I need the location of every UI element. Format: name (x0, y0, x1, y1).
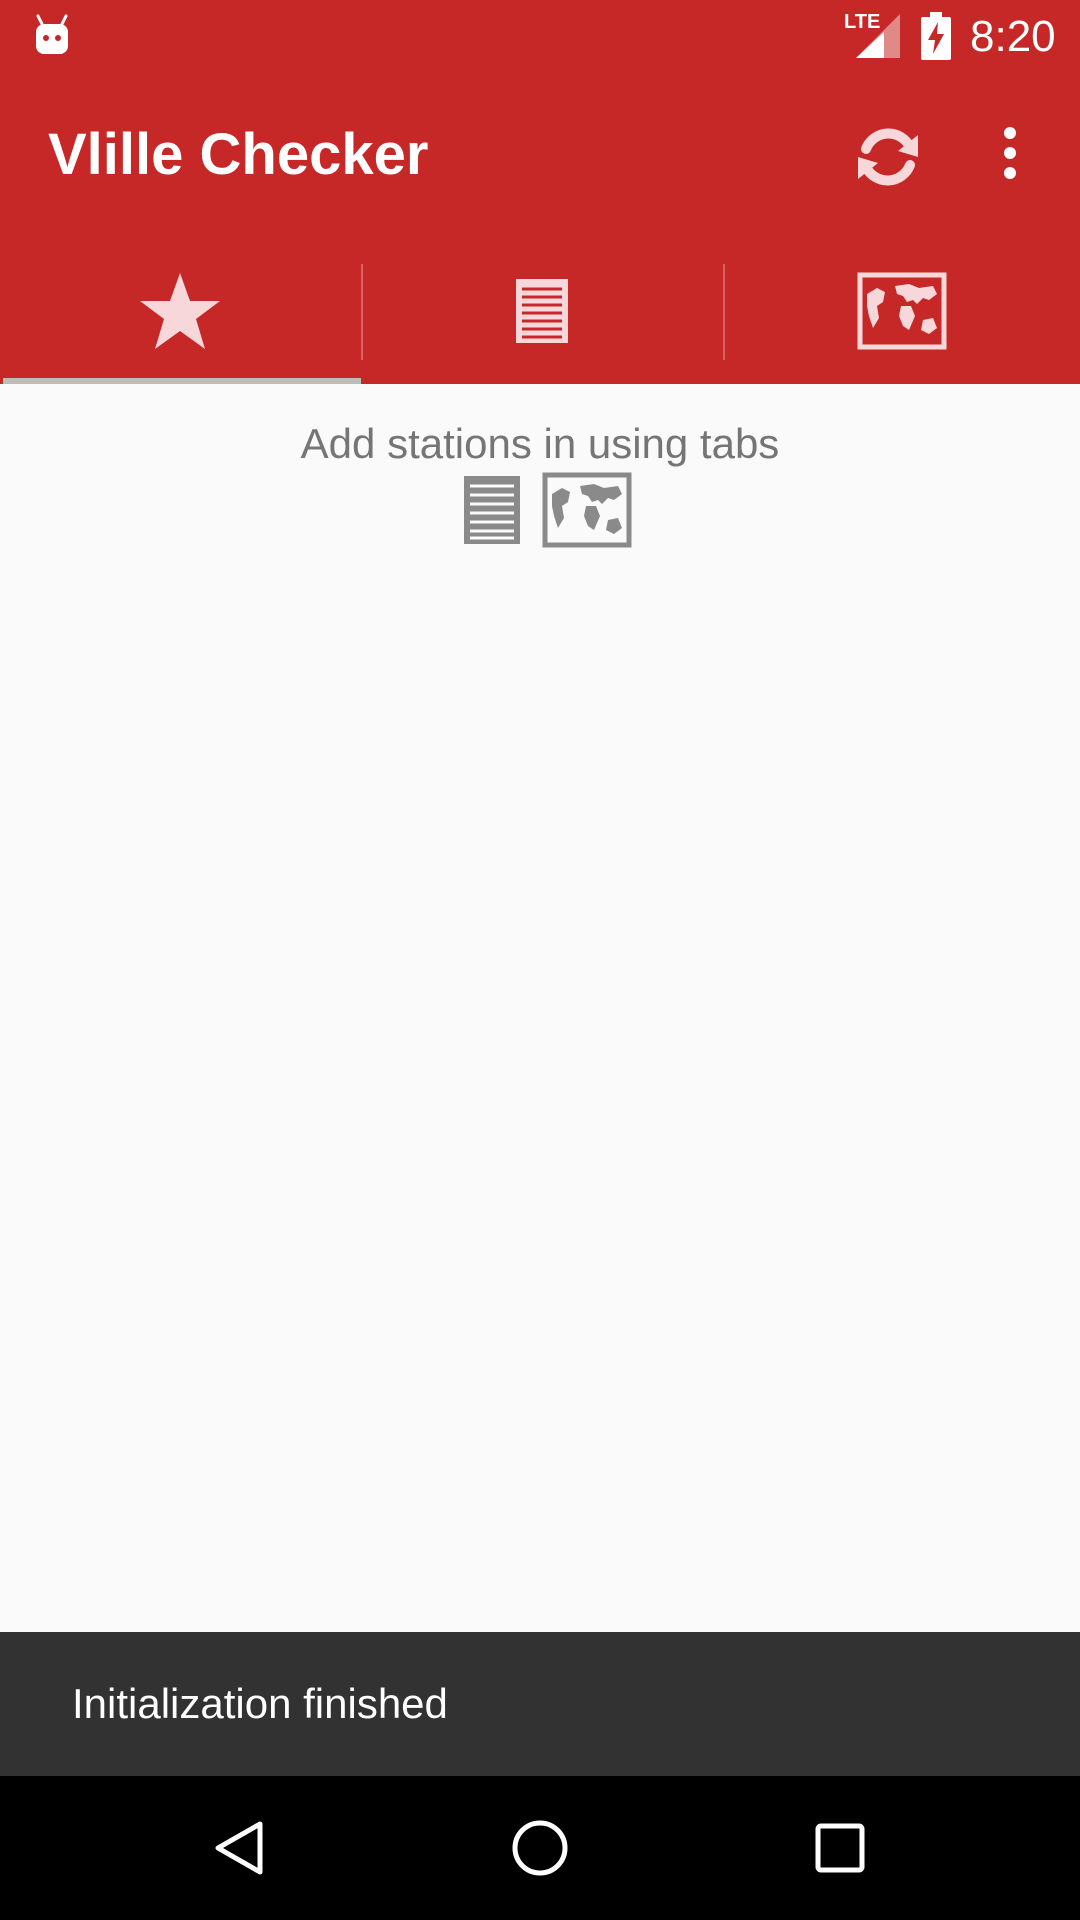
nav-recents-button[interactable] (790, 1798, 890, 1898)
tab-map[interactable] (724, 238, 1080, 384)
nav-back-button[interactable] (190, 1798, 290, 1898)
list-icon (516, 279, 568, 343)
tab-bar (0, 238, 1080, 384)
network-type-label: LTE (844, 11, 881, 33)
map-icon (857, 272, 947, 350)
overflow-menu-icon (1004, 127, 1016, 179)
star-icon (140, 273, 220, 349)
map-icon (542, 472, 632, 548)
refresh-button[interactable] (848, 117, 928, 197)
snackbar-message: Initialization finished (72, 1680, 448, 1727)
refresh-icon (858, 128, 918, 186)
android-app-icon (36, 14, 68, 54)
tab-favorites[interactable] (0, 238, 360, 384)
tab-station-list[interactable] (362, 238, 722, 384)
app-title: Vlille Checker (48, 122, 429, 187)
hint-icons (462, 470, 632, 550)
recents-icon (815, 1823, 865, 1873)
back-icon (215, 1821, 263, 1875)
status-clock: 8:20 (970, 12, 1056, 61)
list-icon (464, 476, 520, 544)
app-bar: Vlille Checker (0, 73, 1080, 238)
home-icon (512, 1820, 568, 1876)
empty-hint-text: Add stations in using tabs (300, 420, 780, 467)
battery-charging-icon (921, 12, 951, 60)
snackbar: Initialization finished (0, 1632, 1080, 1776)
status-bar: LTE 8:20 (0, 0, 1080, 73)
nav-home-button[interactable] (490, 1798, 590, 1898)
system-nav-bar (0, 1776, 1080, 1920)
overflow-menu-button[interactable] (990, 123, 1030, 193)
favorites-content: Add stations in using tabs (0, 384, 1080, 1632)
